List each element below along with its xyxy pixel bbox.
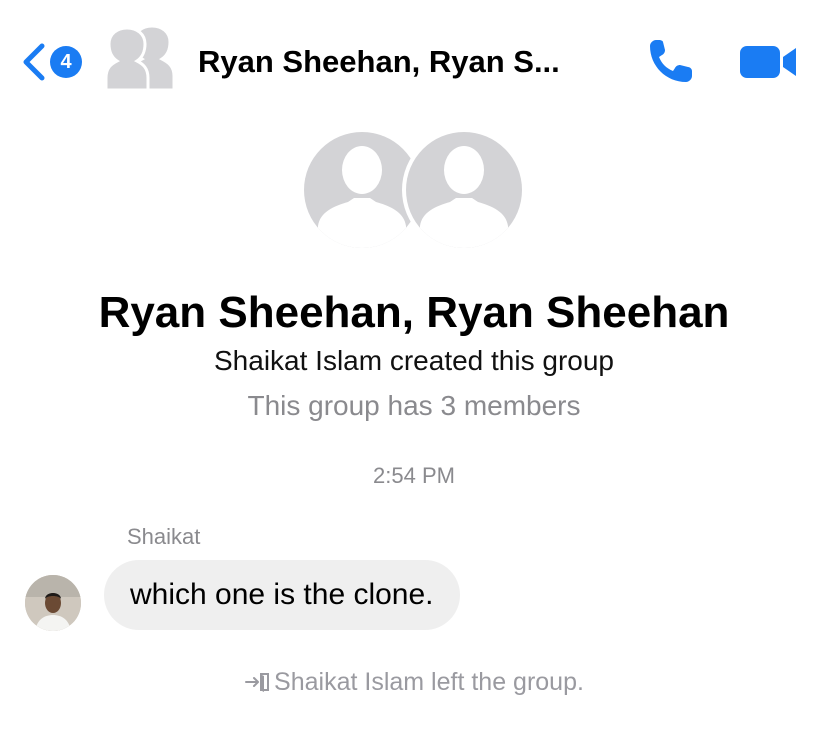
message-timestamp: 2:54 PM bbox=[373, 463, 455, 488]
group-avatar-small[interactable] bbox=[102, 22, 182, 92]
group-members-count[interactable]: This group has 3 members bbox=[0, 389, 828, 423]
unread-count-badge: 4 bbox=[50, 46, 82, 78]
message-bubble[interactable]: which one is the clone. bbox=[104, 560, 460, 630]
group-created-text: Shaikat Islam created this group bbox=[214, 345, 614, 376]
avatar[interactable] bbox=[25, 575, 81, 631]
back-button[interactable]: 4 bbox=[18, 40, 88, 84]
sender-photo bbox=[25, 575, 81, 631]
group-avatar-large bbox=[304, 132, 524, 252]
video-camera-icon[interactable] bbox=[738, 40, 798, 84]
system-notice-text: Shaikat Islam left the group. bbox=[274, 668, 584, 696]
phone-icon[interactable] bbox=[644, 36, 696, 86]
sender-name: Shaikat bbox=[127, 524, 201, 549]
system-notice: Shaikat Islam left the group. bbox=[0, 666, 828, 698]
chevron-left-icon bbox=[23, 43, 45, 81]
conversation-title[interactable]: Ryan Sheehan, Ryan S... bbox=[198, 40, 608, 84]
group-name: Ryan Sheehan, Ryan Sheehan bbox=[98, 288, 730, 337]
message-text: which one is the clone. bbox=[130, 578, 434, 611]
leave-group-icon bbox=[245, 673, 270, 692]
